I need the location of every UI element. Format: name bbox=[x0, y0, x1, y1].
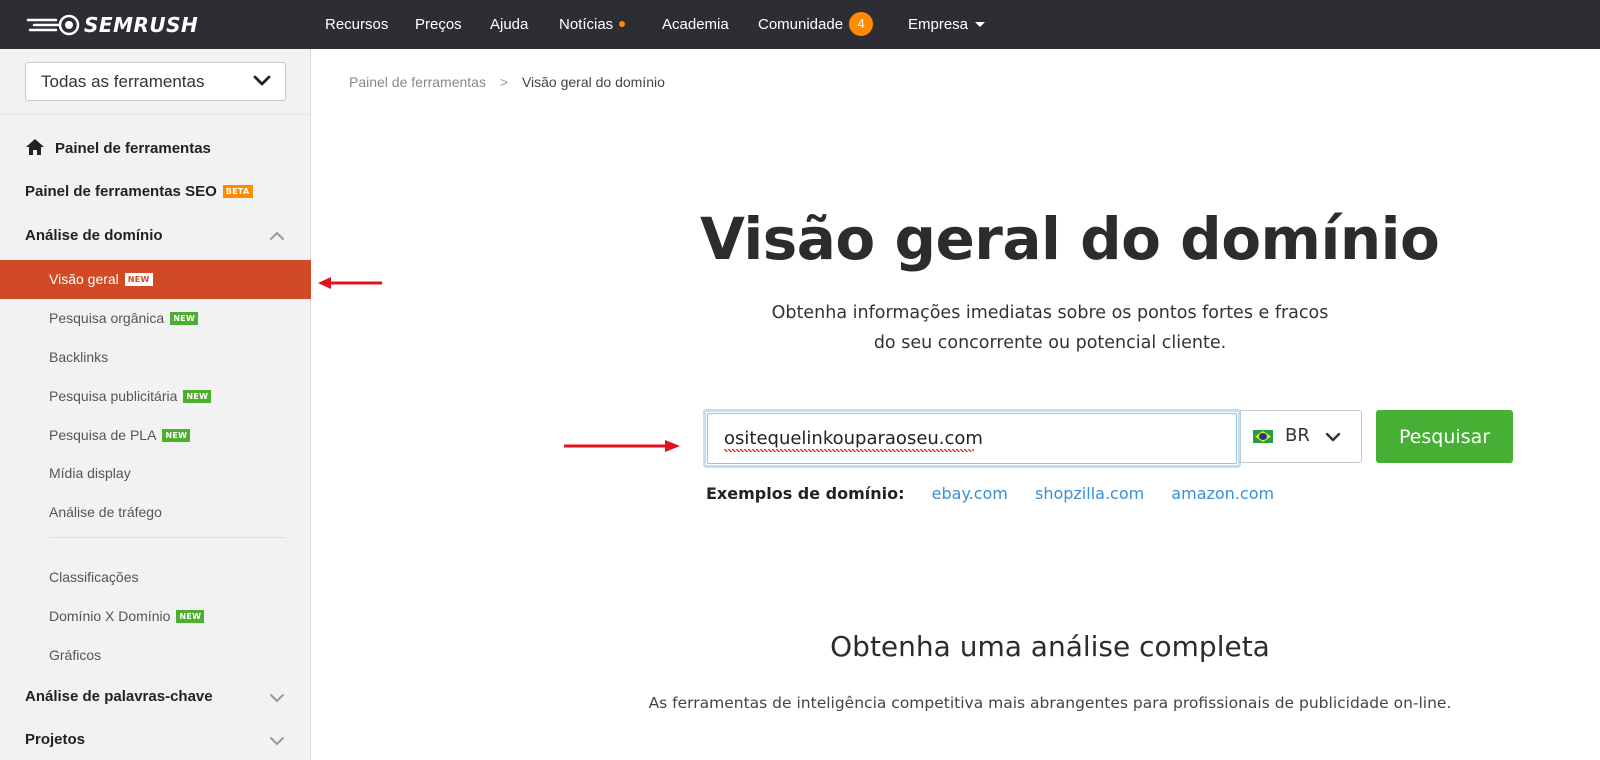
sidebar-item-label: Análise de tráfego bbox=[49, 504, 162, 520]
sidebar-subdivider bbox=[49, 537, 286, 538]
breadcrumb-current: Visão geral do domínio bbox=[521, 74, 665, 90]
annotation-arrow-left bbox=[318, 277, 382, 289]
sidebar-item-label: Backlinks bbox=[49, 349, 109, 365]
sidebar-item-painel-seo[interactable]: Painel de ferramentas SEO BETA bbox=[0, 180, 311, 204]
nav-recursos[interactable]: Recursos bbox=[325, 0, 388, 49]
nav-ajuda[interactable]: Ajuda bbox=[490, 0, 528, 49]
sidebar-item-analise-palavras-chave[interactable]: Análise de palavras-chave bbox=[0, 685, 311, 709]
chevron-up-icon bbox=[270, 231, 284, 240]
sidebar-item-label: Pesquisa de PLA bbox=[49, 427, 157, 443]
notification-dot bbox=[619, 21, 626, 27]
new-badge: NEW bbox=[162, 429, 191, 442]
sidebar-item-graficos[interactable]: Gráficos bbox=[0, 643, 311, 667]
page-subtitle: Obtenha informações imediatas sobre os p… bbox=[740, 298, 1360, 358]
sidebar-item-label: Análise de domínio bbox=[25, 227, 163, 244]
breadcrumb-parent-link[interactable]: Painel de ferramentas bbox=[349, 74, 486, 90]
fireball-icon bbox=[26, 14, 80, 36]
sidebar-divider bbox=[0, 114, 311, 115]
sidebar-item-analise-trafego[interactable]: Análise de tráfego bbox=[0, 500, 311, 524]
home-icon bbox=[26, 139, 44, 155]
sidebar-item-projetos[interactable]: Projetos bbox=[0, 728, 311, 752]
caret-down-icon bbox=[975, 22, 986, 27]
sidebar-item-label: Análise de palavras-chave bbox=[25, 688, 213, 705]
sidebar-item-pesquisa-pla[interactable]: Pesquisa de PLA NEW bbox=[0, 423, 311, 447]
sidebar-item-midia-display[interactable]: Mídia display bbox=[0, 461, 311, 485]
sidebar-item-visao-geral[interactable]: Visão geral NEW bbox=[0, 260, 311, 299]
tools-dropdown-value: Todas as ferramentas bbox=[41, 72, 205, 91]
nav-comunidade-label: Comunidade bbox=[758, 16, 844, 33]
logo-text: SEMRUSH bbox=[84, 13, 199, 37]
page-subtitle-line1: Obtenha informações imediatas sobre os p… bbox=[771, 303, 1329, 323]
chevron-down-icon bbox=[270, 737, 284, 746]
semrush-logo[interactable]: SEMRUSH bbox=[26, 12, 198, 38]
nav-empresa[interactable]: Empresa bbox=[908, 0, 986, 49]
sidebar-item-classificacoes[interactable]: Classificações bbox=[0, 565, 311, 589]
page-title: Visão geral do domínio bbox=[700, 205, 1440, 273]
comunidade-count-badge: 4 bbox=[849, 12, 874, 36]
domain-search-input[interactable] bbox=[707, 413, 1237, 464]
sidebar-item-label: Painel de ferramentas bbox=[55, 140, 211, 157]
sidebar-item-label: Domínio X Domínio bbox=[49, 608, 171, 624]
example-link-amazon[interactable]: amazon.com bbox=[1171, 484, 1274, 503]
tools-dropdown[interactable]: Todas as ferramentas bbox=[25, 62, 286, 101]
nav-empresa-label: Empresa bbox=[908, 16, 969, 33]
page-subtitle-line2: do seu concorrente ou potencial cliente. bbox=[873, 333, 1227, 353]
domain-search-focus-ring bbox=[703, 409, 1241, 468]
sidebar-item-pesquisa-publicitaria[interactable]: Pesquisa publicitária NEW bbox=[0, 384, 311, 408]
example-link-ebay[interactable]: ebay.com bbox=[932, 484, 1008, 503]
top-navigation-bar: SEMRUSH Recursos Preços Ajuda Notícias A… bbox=[0, 0, 1600, 49]
annotation-arrow-right bbox=[564, 440, 680, 452]
sidebar-item-analise-dominio[interactable]: Análise de domínio bbox=[0, 224, 311, 248]
sidebar-item-backlinks[interactable]: Backlinks bbox=[0, 345, 311, 369]
new-badge: NEW bbox=[176, 610, 205, 623]
nav-precos[interactable]: Preços bbox=[415, 0, 462, 49]
domain-examples: Exemplos de domínio: ebay.com shopzilla.… bbox=[706, 484, 1296, 503]
beta-badge: BETA bbox=[222, 185, 253, 198]
sidebar-item-label: Projetos bbox=[25, 731, 86, 748]
new-badge: NEW bbox=[170, 312, 199, 325]
breadcrumb: Painel de ferramentas > Visão geral do d… bbox=[349, 74, 665, 90]
sidebar-item-pesquisa-organica[interactable]: Pesquisa orgânica NEW bbox=[0, 306, 311, 330]
sidebar-item-label: Visão geral bbox=[49, 271, 119, 287]
brazil-flag-icon bbox=[1253, 430, 1273, 443]
sidebar-item-label: Pesquisa publicitária bbox=[49, 388, 178, 404]
nav-noticias-label: Notícias bbox=[559, 16, 614, 33]
nav-academia[interactable]: Academia bbox=[662, 0, 729, 49]
sidebar-item-label: Mídia display bbox=[49, 465, 131, 481]
sidebar-item-label: Gráficos bbox=[49, 647, 102, 663]
sidebar-item-painel-ferramentas[interactable]: Painel de ferramentas bbox=[0, 137, 311, 161]
section-subtitle: As ferramentas de inteligência competiti… bbox=[648, 694, 1452, 712]
example-link-shopzilla[interactable]: shopzilla.com bbox=[1035, 484, 1144, 503]
spellcheck-underline bbox=[724, 449, 974, 452]
examples-label: Exemplos de domínio: bbox=[706, 484, 905, 503]
new-badge: NEW bbox=[124, 273, 153, 286]
search-button[interactable]: Pesquisar bbox=[1376, 410, 1513, 463]
sidebar: Todas as ferramentas Painel de ferrament… bbox=[0, 49, 311, 760]
sidebar-item-dominio-x-dominio[interactable]: Domínio X Domínio NEW bbox=[0, 604, 311, 628]
chevron-down-icon bbox=[253, 75, 271, 86]
database-select[interactable]: BR bbox=[1240, 410, 1362, 463]
section-title: Obtenha uma análise completa bbox=[830, 630, 1270, 663]
database-select-value: BR bbox=[1285, 425, 1310, 446]
nav-comunidade[interactable]: Comunidade 4 bbox=[758, 0, 874, 49]
nav-noticias[interactable]: Notícias bbox=[559, 0, 626, 49]
new-badge: NEW bbox=[183, 390, 212, 403]
sidebar-item-label: Painel de ferramentas SEO bbox=[25, 183, 217, 200]
chevron-down-icon bbox=[270, 694, 284, 703]
sidebar-item-label: Pesquisa orgânica bbox=[49, 310, 165, 326]
sidebar-item-label: Classificações bbox=[49, 569, 139, 585]
breadcrumb-separator-icon: > bbox=[499, 74, 509, 90]
chevron-down-icon bbox=[1325, 432, 1341, 442]
